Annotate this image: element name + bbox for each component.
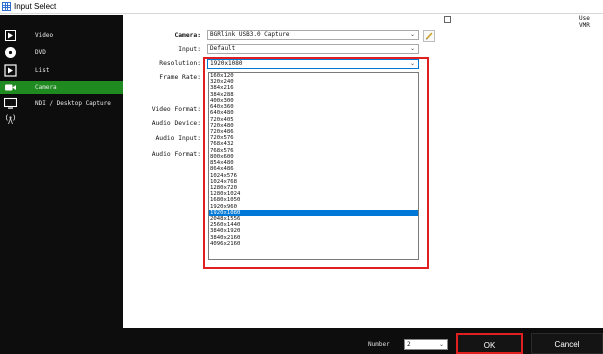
camera-icon: [5, 84, 16, 91]
broadcast-antenna-icon: [5, 114, 16, 125]
number-label: Number: [368, 341, 390, 348]
use-vmr-checkbox[interactable]: [444, 16, 451, 23]
sidebar-item-label: NDI / Desktop Capture: [35, 100, 111, 107]
chevron-down-icon: ⌄: [438, 341, 444, 348]
sidebar-item-ndi-desktop-capture[interactable]: NDI / Desktop Capture: [0, 97, 123, 110]
video-format-label: Video Format:: [151, 106, 201, 113]
camera-select-value: BGRlink USB3.0 Capture: [210, 31, 290, 38]
sidebar-item-label: Video: [35, 32, 54, 39]
playlist-icon: [4, 64, 17, 77]
camera-select[interactable]: BGRlink USB3.0 Capture ⌄: [207, 30, 419, 40]
sidebar-item-stream[interactable]: [0, 112, 123, 125]
chevron-down-icon: ⌄: [409, 31, 415, 38]
resolution-label: Resolution:: [159, 60, 201, 67]
sidebar-item-list[interactable]: List: [0, 64, 123, 77]
audio-format-label: Audio Format:: [151, 151, 201, 158]
sidebar-item-video[interactable]: Video: [0, 29, 123, 42]
audio-input-label: Audio Input:: [155, 135, 202, 142]
audio-device-label: Audio Device:: [151, 120, 201, 127]
input-select-value: Default: [210, 45, 236, 52]
input-label: Input:: [178, 46, 201, 53]
sidebar-item-label: List: [35, 67, 50, 74]
disc-icon: [5, 47, 16, 58]
sidebar-item-dvd[interactable]: DVD: [0, 46, 123, 59]
title-bar: Input Select: [0, 0, 603, 14]
monitor-icon: [4, 97, 17, 109]
input-select[interactable]: Default ⌄: [207, 44, 419, 54]
cancel-button[interactable]: Cancel: [531, 333, 603, 354]
sidebar-item-label: DVD: [35, 49, 46, 56]
camera-label: Camera:: [174, 32, 201, 39]
sidebar-item-camera[interactable]: Camera: [0, 81, 123, 94]
film-icon: [5, 30, 16, 41]
sidebar-item-label: Camera: [35, 84, 57, 91]
annotation-highlight-box: [203, 57, 429, 269]
number-select-value: 2: [407, 341, 411, 348]
number-select[interactable]: 2 ⌄: [404, 339, 448, 350]
app-grid-icon: [2, 2, 11, 11]
sidebar: Video DVD List Camera NDI / Desktop Capt…: [0, 15, 123, 354]
window-title: Input Select: [14, 2, 57, 11]
pencil-icon[interactable]: [423, 30, 435, 42]
frame-rate-label: Frame Rate:: [159, 74, 201, 81]
chevron-down-icon: ⌄: [409, 45, 415, 52]
ok-button[interactable]: OK: [456, 333, 523, 354]
use-vmr-label: Use VMR: [579, 15, 590, 29]
